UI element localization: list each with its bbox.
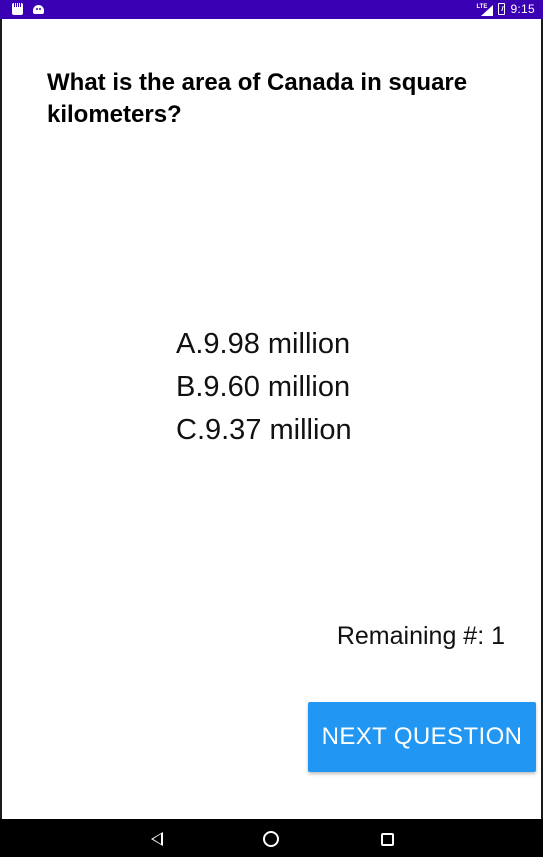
recent-apps-icon[interactable] (381, 833, 394, 846)
lte-signal-icon: LTE (476, 3, 494, 16)
navigation-bar (0, 819, 543, 857)
answer-option-b[interactable]: B.9.60 million (176, 366, 352, 409)
question-text: What is the area of Canada in square kil… (47, 69, 468, 128)
status-bar: LTE 9:15 (0, 0, 543, 19)
battery-icon (498, 3, 506, 15)
answer-option-c[interactable]: C.9.37 million (176, 409, 352, 452)
android-icon (33, 5, 44, 14)
notification-icons (12, 3, 44, 15)
signal-strength-icon (481, 4, 494, 16)
answer-list: A.9.98 million B.9.60 million C.9.37 mil… (176, 323, 352, 452)
clock: 9:15 (510, 2, 535, 16)
answer-option-a[interactable]: A.9.98 million (176, 323, 352, 366)
home-icon[interactable] (263, 831, 279, 847)
system-icons: LTE 9:15 (476, 2, 535, 16)
remaining-count: Remaining #: 1 (336, 622, 505, 650)
sd-card-icon (12, 3, 23, 15)
next-question-button[interactable]: NEXT QUESTION (308, 702, 536, 772)
back-icon[interactable] (151, 832, 163, 846)
